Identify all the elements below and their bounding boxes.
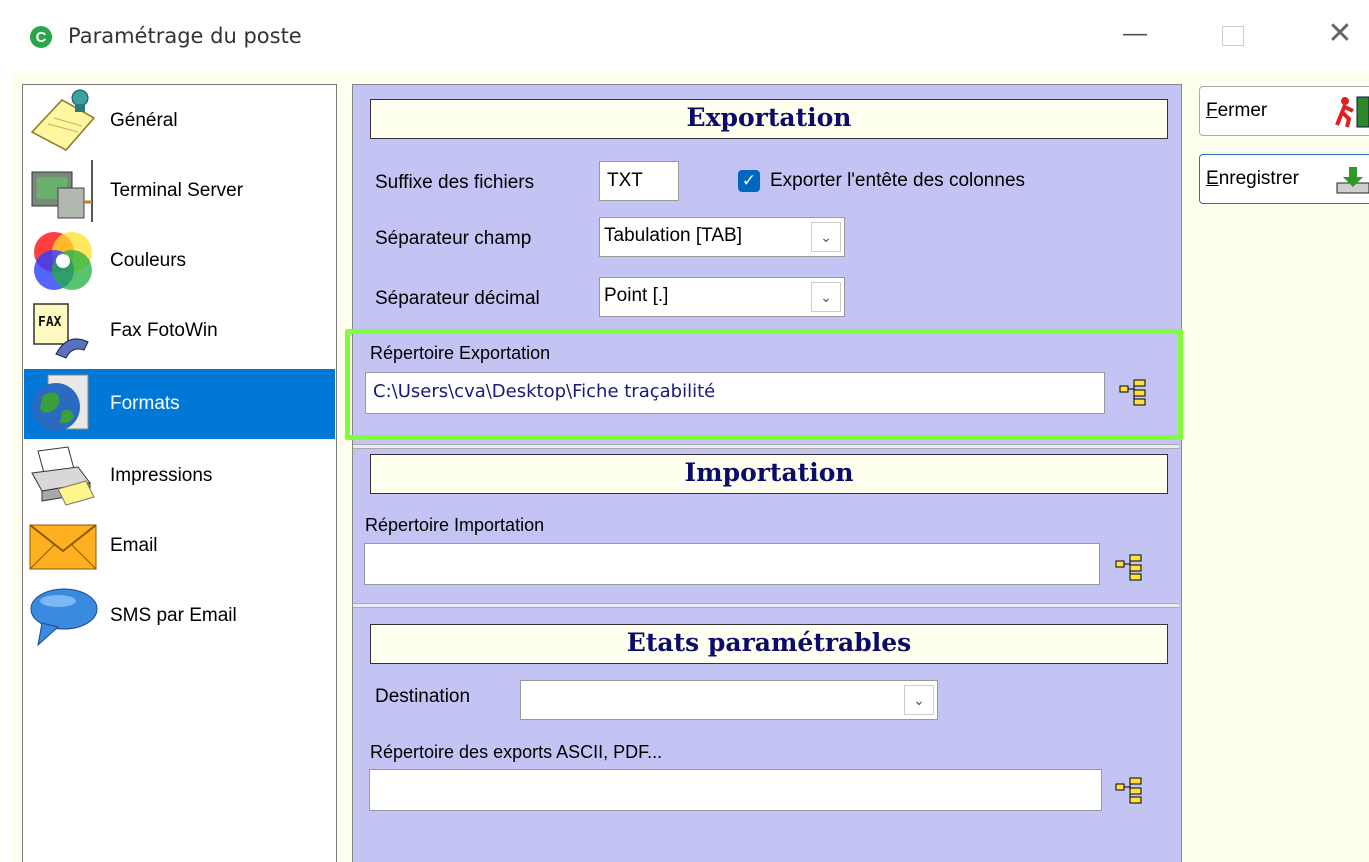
import-dir-label: Répertoire Importation [365, 515, 545, 535]
section-divider [353, 444, 1179, 449]
sidebar-item-general[interactable]: Général [24, 86, 335, 156]
section-title-exportation: Exportation [370, 99, 1168, 139]
chevron-down-icon[interactable]: ⌄ [811, 222, 841, 252]
chevron-down-icon[interactable]: ⌄ [904, 685, 934, 715]
section-title-importation: Importation [370, 454, 1168, 494]
sidebar-item-label: Email [110, 535, 158, 556]
exit-running-man-icon [1335, 96, 1369, 128]
sidebar-item-fax-fotowin[interactable]: FAX Fax FotoWin [24, 296, 335, 366]
sidebar-nav: Général Terminal Server Couleurs FAX Fax… [22, 84, 337, 862]
field-separator-select[interactable]: Tabulation [TAB] ⌄ [599, 217, 845, 257]
sidebar-item-label: SMS par Email [110, 605, 237, 626]
sidebar-item-couleurs[interactable]: Couleurs [24, 226, 335, 296]
fax-phone-icon: FAX [33, 303, 89, 359]
sidebar-item-impressions[interactable]: Impressions [24, 441, 335, 511]
folder-tree-icon[interactable] [1114, 553, 1144, 583]
title-bar: C Paramétrage du poste — ✕ [0, 0, 1369, 72]
exports-dir-input[interactable] [369, 769, 1102, 811]
printer-icon [31, 446, 95, 506]
computer-network-icon [31, 160, 93, 222]
sidebar-item-label: Couleurs [110, 250, 187, 271]
destination-label: Destination [375, 686, 471, 707]
sidebar-item-label: Terminal Server [110, 180, 244, 201]
envelope-icon [29, 524, 97, 570]
sidebar-item-label: Impressions [110, 465, 213, 486]
maximize-button[interactable] [1222, 26, 1244, 46]
speech-bubble-icon [30, 588, 98, 647]
export-header-checkbox[interactable]: ✓ [738, 170, 760, 192]
sidebar-item-sms-par-email[interactable]: SMS par Email [24, 581, 335, 651]
decimal-separator-value: Point [.] [604, 285, 669, 306]
fermer-button[interactable]: Fermer [1199, 86, 1369, 136]
sidebar-item-email[interactable]: Email [24, 511, 335, 581]
svg-text:FAX: FAX [38, 315, 62, 330]
minimize-button[interactable]: — [1120, 20, 1150, 48]
globe-document-icon [32, 374, 89, 431]
import-dir-input[interactable] [364, 543, 1100, 585]
suffix-label: Suffixe des fichiers [375, 172, 535, 193]
field-separator-value: Tabulation [TAB] [604, 225, 743, 246]
fermer-button-label: Fermer [1206, 100, 1268, 121]
sidebar-item-label: Formats [110, 393, 180, 414]
sidebar-item-formats[interactable]: Formats [24, 369, 335, 439]
window-title: Paramétrage du poste [68, 24, 302, 48]
field-separator-label: Séparateur champ [375, 228, 532, 249]
notes-pin-icon [30, 89, 96, 151]
close-window-button[interactable]: ✕ [1325, 16, 1355, 51]
chevron-down-icon[interactable]: ⌄ [811, 282, 841, 312]
sidebar-item-label: Fax FotoWin [110, 320, 218, 341]
exports-dir-label: Répertoire des exports ASCII, PDF... [370, 742, 663, 762]
destination-select[interactable]: ⌄ [520, 680, 938, 720]
color-circles-icon [34, 232, 92, 290]
section-divider [353, 603, 1179, 608]
sidebar-item-label: Général [110, 110, 178, 131]
sidebar-item-terminal-server[interactable]: Terminal Server [24, 156, 335, 226]
enregistrer-button-label: Enregistrer [1206, 168, 1299, 189]
folder-tree-icon[interactable] [1114, 776, 1144, 806]
suffix-input[interactable]: TXT [599, 161, 679, 201]
app-logo-icon: C [30, 26, 52, 48]
decimal-separator-label: Séparateur décimal [375, 288, 540, 309]
export-header-checkbox-label: Exporter l'entête des colonnes [770, 170, 1026, 191]
save-tray-icon [1336, 167, 1369, 194]
highlight-export-directory [345, 329, 1183, 440]
section-title-etats-parametrables: Etats paramétrables [370, 624, 1168, 664]
enregistrer-button[interactable]: Enregistrer [1199, 154, 1369, 204]
decimal-separator-select[interactable]: Point [.] ⌄ [599, 277, 845, 317]
